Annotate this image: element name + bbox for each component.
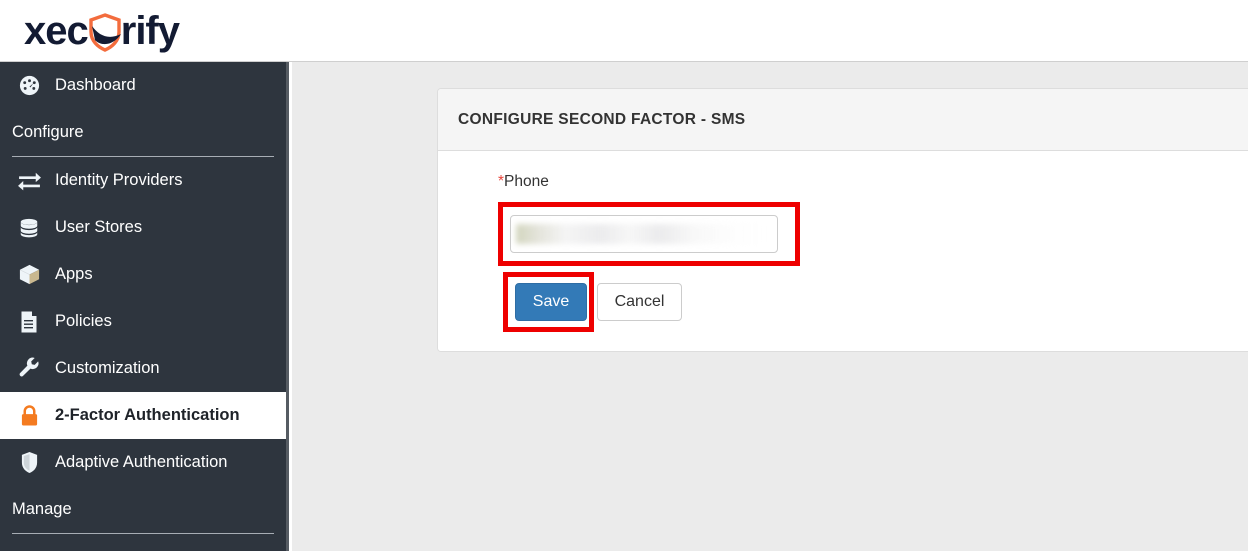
- brand-name-part1: xec: [24, 9, 89, 53]
- phone-input[interactable]: [510, 215, 778, 253]
- cube-icon: [12, 262, 46, 288]
- sidebar-item-label: 2-Factor Authentication: [55, 406, 240, 424]
- phone-label-text: Phone: [504, 173, 549, 190]
- sidebar: Dashboard Configure Identity Providers U…: [0, 62, 289, 551]
- phone-input-zone: [498, 202, 818, 266]
- sidebar-item-user-stores[interactable]: User Stores: [0, 204, 286, 251]
- sidebar-section-label: Manage: [12, 500, 72, 518]
- form-actions: Save Cancel: [498, 272, 798, 332]
- exchange-arrows-icon: [12, 168, 46, 194]
- sidebar-item-label: Identity Providers: [55, 171, 183, 189]
- sidebar-section-configure: Configure: [0, 109, 286, 156]
- lock-icon: [12, 403, 46, 429]
- sidebar-item-policies[interactable]: Policies: [0, 298, 286, 345]
- sidebar-section-label: Configure: [12, 123, 84, 141]
- sidebar-item-label: Dashboard: [55, 76, 136, 94]
- sidebar-item-dashboard[interactable]: Dashboard: [0, 62, 286, 109]
- main-content: CONFIGURE SECOND FACTOR - SMS *Phone Sav…: [292, 62, 1248, 551]
- sidebar-section-manage: Manage: [0, 486, 286, 533]
- brand-name-part2: rify: [120, 9, 180, 53]
- shield-icon: [12, 450, 46, 476]
- phone-field-label: *Phone: [498, 173, 1248, 191]
- sidebar-item-label: User Stores: [55, 218, 143, 236]
- configure-second-factor-card: CONFIGURE SECOND FACTOR - SMS *Phone Sav…: [437, 88, 1248, 352]
- brand-logo[interactable]: xec rify: [24, 6, 180, 56]
- shield-check-icon: [87, 12, 123, 52]
- sidebar-item-customization[interactable]: Customization: [0, 345, 286, 392]
- sidebar-divider-manage: [12, 533, 274, 534]
- card-body: *Phone Save Cancel: [438, 151, 1248, 351]
- dashboard-gauge-icon: [12, 73, 46, 99]
- sidebar-item-label: Adaptive Authentication: [55, 453, 228, 471]
- save-button[interactable]: Save: [515, 283, 587, 321]
- sidebar-item-label: Customization: [55, 359, 160, 377]
- database-icon: [12, 215, 46, 241]
- sidebar-item-adaptive-authentication[interactable]: Adaptive Authentication: [0, 439, 286, 486]
- cancel-button[interactable]: Cancel: [597, 283, 682, 321]
- sidebar-item-identity-providers[interactable]: Identity Providers: [0, 157, 286, 204]
- top-header-bar: xec rify: [0, 0, 1248, 62]
- wrench-icon: [12, 356, 46, 382]
- document-icon: [12, 309, 46, 335]
- sidebar-item-label: Apps: [55, 265, 93, 283]
- sidebar-item-2-factor-authentication[interactable]: 2-Factor Authentication: [0, 392, 286, 439]
- sidebar-item-label: Policies: [55, 312, 112, 330]
- page-title: CONFIGURE SECOND FACTOR - SMS: [438, 89, 1248, 151]
- sidebar-item-apps[interactable]: Apps: [0, 251, 286, 298]
